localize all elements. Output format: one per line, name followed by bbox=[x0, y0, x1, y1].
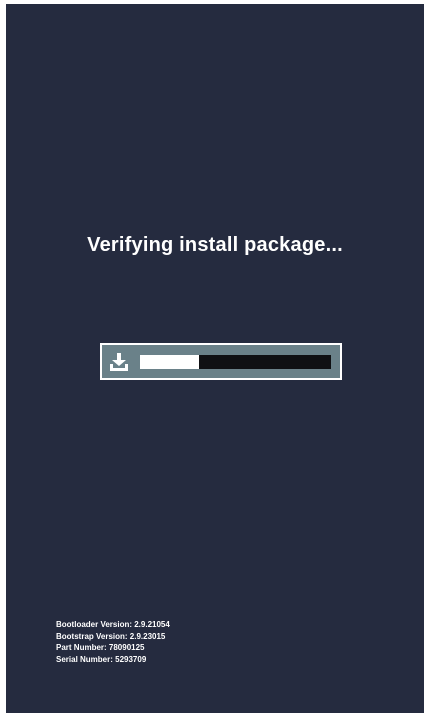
status-title: Verifying install package... bbox=[87, 234, 343, 256]
progress-fill bbox=[140, 355, 200, 369]
installer-screen: Verifying install package... Bootloader … bbox=[6, 4, 424, 713]
part-number: Part Number: 78090125 bbox=[56, 643, 145, 652]
progress-track bbox=[140, 355, 331, 369]
download-icon bbox=[108, 352, 130, 372]
bootloader-version: Bootloader Version: 2.9.21054 bbox=[56, 620, 170, 629]
serial-number: Serial Number: 5293709 bbox=[56, 654, 147, 664]
device-info: Bootloader Version: 2.9.21054 Bootstrap … bbox=[56, 619, 170, 665]
install-progress-bar bbox=[100, 343, 342, 380]
bootstrap-version: Bootstrap Version: 2.9.23015 bbox=[56, 631, 166, 641]
